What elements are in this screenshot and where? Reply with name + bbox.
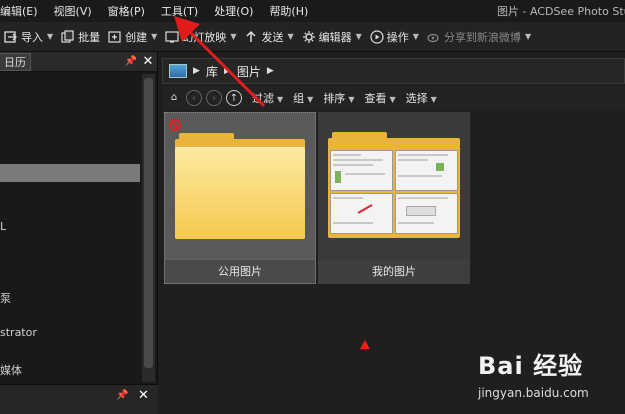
select-menu[interactable]: 选择 ▼ <box>406 90 437 106</box>
folder-name: 公用图片 <box>165 259 315 283</box>
tree-item[interactable]: 媒体 <box>0 362 22 378</box>
weibo-icon <box>427 30 441 44</box>
scrollbar-thumb[interactable] <box>144 78 153 368</box>
baidu-watermark: Bai 经验 jingyan.baidu.com <box>478 346 618 410</box>
action-chevron-down-icon[interactable]: ▼ <box>413 32 419 41</box>
action-label: 操作 <box>386 30 409 44</box>
create-icon <box>108 30 122 44</box>
action-button[interactable]: 操作 ▼ <box>366 25 423 49</box>
folder-preview-thumbnails <box>330 150 458 234</box>
tab-calendar[interactable]: 日历 <box>0 52 31 71</box>
share-chevron-down-icon[interactable]: ▼ <box>525 32 531 41</box>
window-title: 图片 - ACDSee Photo Stu <box>497 5 625 18</box>
editor-chevron-down-icon[interactable]: ▼ <box>356 32 362 41</box>
menu-edit[interactable]: 编辑(E) <box>0 3 46 19</box>
group-menu[interactable]: 组 ▼ <box>293 90 313 106</box>
chevron-down-icon: ▼ <box>389 95 396 104</box>
select-label: 选择 <box>405 92 428 105</box>
create-button[interactable]: 创建 ▼ <box>104 25 161 49</box>
thumbnail <box>395 193 458 234</box>
menu-view[interactable]: 视图(V) <box>46 3 100 19</box>
share-weibo-button[interactable]: 分享到新浪微博 ▼ <box>423 25 535 49</box>
watermark-brand: Bai 经验 <box>478 352 584 380</box>
import-icon <box>4 30 18 44</box>
editor-button[interactable]: 编辑器 ▼ <box>298 25 366 49</box>
folder-name: 我的图片 <box>318 260 470 284</box>
red-triangle-marker <box>360 340 370 349</box>
create-chevron-down-icon[interactable]: ▼ <box>151 32 157 41</box>
import-button[interactable]: 导入 ▼ <box>0 25 57 49</box>
group-label: 组 <box>293 92 305 105</box>
chevron-down-icon: ▼ <box>307 95 314 104</box>
thumbnail <box>330 193 393 234</box>
play-icon <box>370 29 384 44</box>
editor-label: 编辑器 <box>318 30 352 44</box>
import-chevron-down-icon[interactable]: ▼ <box>47 32 53 41</box>
main-toolbar: 导入 ▼ 批量 创建 ▼ 幻灯放映 ▼ 发送 ▼ 编辑器 ▼ 操作 ▼ 分享到新… <box>0 22 625 52</box>
left-panel-tree: L 泵 strator 媒体 <box>0 72 140 384</box>
menu-bar: 编辑(E) 视图(V) 窗格(P) 工具(T) 处理(O) 帮助(H) 图片 -… <box>0 0 625 22</box>
create-label: 创建 <box>125 30 148 44</box>
watermark-url: jingyan.baidu.com <box>478 386 589 400</box>
left-panel-lower-header: 📌 ✕ <box>0 384 158 414</box>
view-label: 查看 <box>364 92 387 105</box>
batch-label: 批量 <box>78 30 101 44</box>
blocked-icon <box>169 119 181 131</box>
pin-icon[interactable]: 📌 <box>116 390 128 401</box>
folder-tile-my-pictures[interactable]: 我的图片 <box>318 112 470 284</box>
send-chevron-down-icon[interactable]: ▼ <box>287 32 293 41</box>
thumbnail <box>395 150 458 191</box>
chevron-down-icon: ▼ <box>348 95 355 104</box>
tree-item[interactable]: strator <box>0 326 37 339</box>
import-label: 导入 <box>21 30 43 44</box>
gear-icon <box>302 30 316 44</box>
tree-item[interactable]: 泵 <box>0 290 11 306</box>
tree-selected-row[interactable] <box>0 164 140 182</box>
close-icon[interactable]: ✕ <box>139 54 157 69</box>
thumbnail <box>330 150 393 191</box>
batch-button[interactable]: 批量 <box>57 25 104 49</box>
sort-menu[interactable]: 排序 ▼ <box>323 90 354 106</box>
folder-tile-public-pictures[interactable]: 公用图片 <box>164 112 316 284</box>
menu-pane[interactable]: 窗格(P) <box>100 3 153 19</box>
batch-icon <box>61 29 75 44</box>
sort-label: 排序 <box>323 92 346 105</box>
folder-icon <box>175 133 305 239</box>
pin-icon[interactable]: 📌 <box>123 56 139 67</box>
left-panel-scrollbar[interactable] <box>142 74 155 382</box>
red-arrow-annotation <box>174 16 266 108</box>
chevron-down-icon: ▼ <box>430 95 437 104</box>
tree-item[interactable]: L <box>0 220 6 233</box>
chevron-down-icon: ▼ <box>277 95 284 104</box>
left-panel: 日历 📌 ✕ L 泵 strator 媒体 <box>0 52 158 384</box>
left-panel-header: 日历 📌 ✕ <box>0 52 157 72</box>
close-icon[interactable]: ✕ <box>138 388 149 403</box>
share-label: 分享到新浪微博 <box>443 30 521 44</box>
view-menu[interactable]: 查看 ▼ <box>364 90 395 106</box>
